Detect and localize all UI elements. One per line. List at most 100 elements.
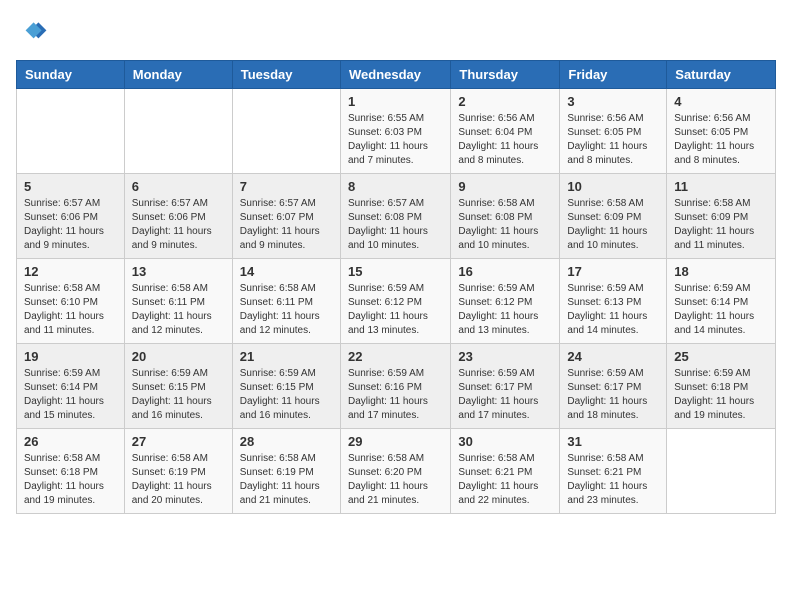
day-info: Sunrise: 6:57 AM Sunset: 6:08 PM Dayligh…: [348, 197, 443, 253]
day-number: 10: [567, 179, 659, 194]
calendar-cell: 3 Sunrise: 6:56 AM Sunset: 6:05 PM Daylig…: [560, 89, 667, 174]
calendar-cell: 9 Sunrise: 6:58 AM Sunset: 6:08 PM Daylig…: [451, 174, 560, 259]
calendar-cell: 22 Sunrise: 6:59 AM Sunset: 6:16 PM Dayli…: [340, 344, 450, 429]
calendar-cell: 11 Sunrise: 6:58 AM Sunset: 6:09 PM Dayli…: [667, 174, 776, 259]
day-info: Sunrise: 6:57 AM Sunset: 6:07 PM Dayligh…: [240, 197, 333, 253]
day-info: Sunrise: 6:58 AM Sunset: 6:08 PM Dayligh…: [458, 197, 552, 253]
calendar-cell: 10Sunrise: 6:58 AM Sunset: 6:09 PM Dayli…: [560, 174, 667, 259]
calendar-week-row: 12 Sunrise: 6:58 AM Sunset: 6:10 PM Dayli…: [17, 259, 776, 344]
calendar-cell: 19 Sunrise: 6:59 AM Sunset: 6:14 PM Dayli…: [17, 344, 125, 429]
day-number: 27: [132, 434, 225, 449]
day-info: Sunrise: 6:58 AM Sunset: 6:11 PM Dayligh…: [240, 282, 333, 338]
calendar-cell: [667, 429, 776, 514]
day-info: Sunrise: 6:58 AM Sunset: 6:21 PM Dayligh…: [458, 452, 552, 508]
calendar-cell: 30 Sunrise: 6:58 AM Sunset: 6:21 PM Dayli…: [451, 429, 560, 514]
day-number: 8: [348, 179, 443, 194]
day-header-sunday: Sunday: [17, 61, 125, 89]
calendar-cell: 6Sunrise: 6:57 AM Sunset: 6:06 PM Daylig…: [124, 174, 232, 259]
day-number: 12: [24, 264, 117, 279]
day-number: 11: [674, 179, 768, 194]
day-info: Sunrise: 6:58 AM Sunset: 6:19 PM Dayligh…: [240, 452, 333, 508]
calendar-cell: 24Sunrise: 6:59 AM Sunset: 6:17 PM Dayli…: [560, 344, 667, 429]
day-number: 23: [458, 349, 552, 364]
calendar-week-row: 5 Sunrise: 6:57 AM Sunset: 6:06 PM Daylig…: [17, 174, 776, 259]
day-header-monday: Monday: [124, 61, 232, 89]
calendar-cell: 14Sunrise: 6:58 AM Sunset: 6:11 PM Dayli…: [232, 259, 340, 344]
day-number: 15: [348, 264, 443, 279]
calendar-cell: 2Sunrise: 6:56 AM Sunset: 6:04 PM Daylig…: [451, 89, 560, 174]
day-info: Sunrise: 6:56 AM Sunset: 6:05 PM Dayligh…: [567, 112, 659, 168]
day-number: 1: [348, 94, 443, 109]
day-number: 30: [458, 434, 552, 449]
calendar-week-row: 19 Sunrise: 6:59 AM Sunset: 6:14 PM Dayli…: [17, 344, 776, 429]
day-info: Sunrise: 6:59 AM Sunset: 6:15 PM Dayligh…: [132, 367, 225, 423]
calendar-cell: 7 Sunrise: 6:57 AM Sunset: 6:07 PM Daylig…: [232, 174, 340, 259]
day-info: Sunrise: 6:57 AM Sunset: 6:06 PM Dayligh…: [132, 197, 225, 253]
calendar-cell: 25 Sunrise: 6:59 AM Sunset: 6:18 PM Dayli…: [667, 344, 776, 429]
calendar-cell: 27 Sunrise: 6:58 AM Sunset: 6:19 PM Dayli…: [124, 429, 232, 514]
calendar-cell: 12 Sunrise: 6:58 AM Sunset: 6:10 PM Dayli…: [17, 259, 125, 344]
day-number: 7: [240, 179, 333, 194]
calendar-week-row: 26Sunrise: 6:58 AM Sunset: 6:18 PM Dayli…: [17, 429, 776, 514]
day-info: Sunrise: 6:58 AM Sunset: 6:20 PM Dayligh…: [348, 452, 443, 508]
page-header: [16, 16, 776, 48]
day-info: Sunrise: 6:58 AM Sunset: 6:09 PM Dayligh…: [674, 197, 768, 253]
calendar-cell: [124, 89, 232, 174]
day-number: 26: [24, 434, 117, 449]
day-info: Sunrise: 6:58 AM Sunset: 6:21 PM Dayligh…: [567, 452, 659, 508]
day-number: 29: [348, 434, 443, 449]
day-number: 18: [674, 264, 768, 279]
day-number: 24: [567, 349, 659, 364]
day-info: Sunrise: 6:59 AM Sunset: 6:17 PM Dayligh…: [458, 367, 552, 423]
day-info: Sunrise: 6:58 AM Sunset: 6:11 PM Dayligh…: [132, 282, 225, 338]
day-number: 4: [674, 94, 768, 109]
calendar-cell: [17, 89, 125, 174]
day-number: 19: [24, 349, 117, 364]
calendar-header-row: SundayMondayTuesdayWednesdayThursdayFrid…: [17, 61, 776, 89]
day-header-friday: Friday: [560, 61, 667, 89]
calendar-cell: 16 Sunrise: 6:59 AM Sunset: 6:12 PM Dayli…: [451, 259, 560, 344]
day-info: Sunrise: 6:56 AM Sunset: 6:04 PM Dayligh…: [458, 112, 552, 168]
calendar-cell: 1Sunrise: 6:55 AM Sunset: 6:03 PM Daylig…: [340, 89, 450, 174]
calendar-cell: 20 Sunrise: 6:59 AM Sunset: 6:15 PM Dayli…: [124, 344, 232, 429]
day-header-wednesday: Wednesday: [340, 61, 450, 89]
day-info: Sunrise: 6:56 AM Sunset: 6:05 PM Dayligh…: [674, 112, 768, 168]
calendar-cell: 15Sunrise: 6:59 AM Sunset: 6:12 PM Dayli…: [340, 259, 450, 344]
calendar-cell: 26Sunrise: 6:58 AM Sunset: 6:18 PM Dayli…: [17, 429, 125, 514]
day-info: Sunrise: 6:58 AM Sunset: 6:19 PM Dayligh…: [132, 452, 225, 508]
day-info: Sunrise: 6:57 AM Sunset: 6:06 PM Dayligh…: [24, 197, 117, 253]
calendar-cell: 21Sunrise: 6:59 AM Sunset: 6:15 PM Dayli…: [232, 344, 340, 429]
day-number: 17: [567, 264, 659, 279]
calendar-cell: 31Sunrise: 6:58 AM Sunset: 6:21 PM Dayli…: [560, 429, 667, 514]
day-number: 3: [567, 94, 659, 109]
calendar-week-row: 1Sunrise: 6:55 AM Sunset: 6:03 PM Daylig…: [17, 89, 776, 174]
day-info: Sunrise: 6:59 AM Sunset: 6:14 PM Dayligh…: [674, 282, 768, 338]
calendar-cell: 23 Sunrise: 6:59 AM Sunset: 6:17 PM Dayli…: [451, 344, 560, 429]
calendar-cell: 18 Sunrise: 6:59 AM Sunset: 6:14 PM Dayli…: [667, 259, 776, 344]
day-info: Sunrise: 6:59 AM Sunset: 6:18 PM Dayligh…: [674, 367, 768, 423]
calendar-cell: 8 Sunrise: 6:57 AM Sunset: 6:08 PM Daylig…: [340, 174, 450, 259]
calendar-cell: 4 Sunrise: 6:56 AM Sunset: 6:05 PM Daylig…: [667, 89, 776, 174]
day-number: 16: [458, 264, 552, 279]
calendar-cell: [232, 89, 340, 174]
day-number: 20: [132, 349, 225, 364]
calendar-table: SundayMondayTuesdayWednesdayThursdayFrid…: [16, 60, 776, 514]
day-info: Sunrise: 6:59 AM Sunset: 6:14 PM Dayligh…: [24, 367, 117, 423]
day-number: 25: [674, 349, 768, 364]
day-number: 9: [458, 179, 552, 194]
day-header-tuesday: Tuesday: [232, 61, 340, 89]
day-number: 21: [240, 349, 333, 364]
calendar-cell: 13Sunrise: 6:58 AM Sunset: 6:11 PM Dayli…: [124, 259, 232, 344]
logo-icon: [16, 16, 48, 48]
day-number: 22: [348, 349, 443, 364]
day-info: Sunrise: 6:59 AM Sunset: 6:12 PM Dayligh…: [458, 282, 552, 338]
day-header-saturday: Saturday: [667, 61, 776, 89]
day-number: 5: [24, 179, 117, 194]
day-header-thursday: Thursday: [451, 61, 560, 89]
calendar-cell: 29 Sunrise: 6:58 AM Sunset: 6:20 PM Dayli…: [340, 429, 450, 514]
calendar-cell: 5 Sunrise: 6:57 AM Sunset: 6:06 PM Daylig…: [17, 174, 125, 259]
day-info: Sunrise: 6:59 AM Sunset: 6:16 PM Dayligh…: [348, 367, 443, 423]
day-info: Sunrise: 6:59 AM Sunset: 6:13 PM Dayligh…: [567, 282, 659, 338]
logo: [16, 16, 52, 48]
day-info: Sunrise: 6:58 AM Sunset: 6:10 PM Dayligh…: [24, 282, 117, 338]
